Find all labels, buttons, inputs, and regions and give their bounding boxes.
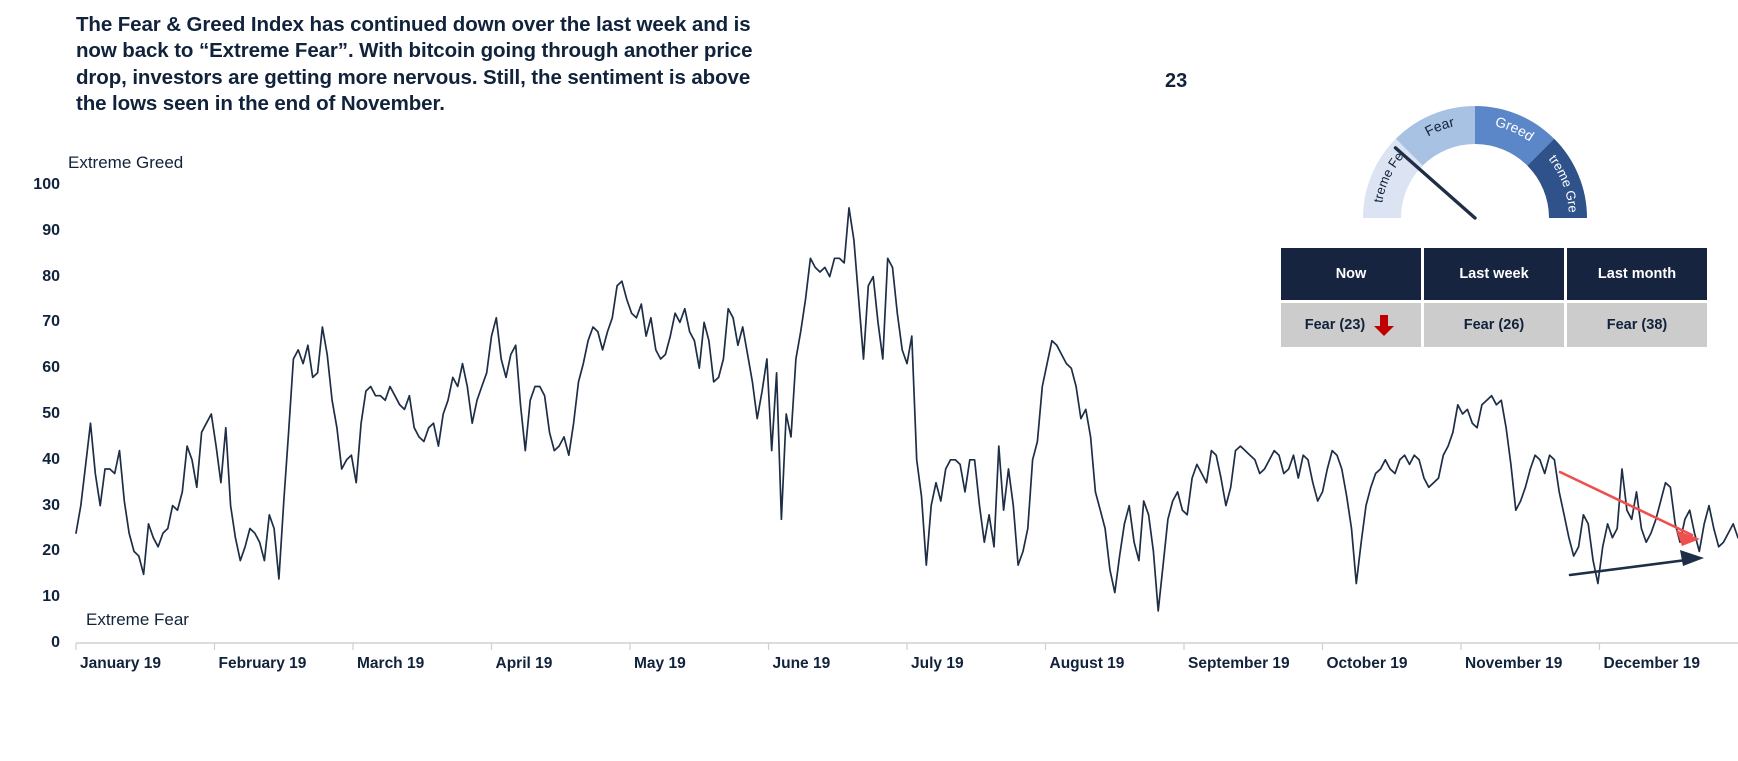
x-axis-ticks <box>75 643 1601 650</box>
support-trendline-arrow <box>1568 550 1704 577</box>
down-arrow-icon <box>1371 312 1397 338</box>
sentiment-value: Fear (38) <box>1606 317 1668 333</box>
table-cell: Fear (38) <box>1567 303 1707 347</box>
table-header-row: Now Last week Last month <box>1281 248 1707 300</box>
table-cell: Fear (26) <box>1424 303 1564 347</box>
table-column-header: Last month <box>1567 248 1707 300</box>
table-cell: Fear (23) <box>1281 303 1421 347</box>
commentary-text: The Fear & Greed Index has continued dow… <box>76 13 753 116</box>
table-row: Fear (23) Fear (26) Fear (38) <box>1281 303 1707 347</box>
table-column-header: Last week <box>1424 248 1564 300</box>
gauge-svg: Extreme FearFearGreedExtreme Greed <box>1240 0 1587 220</box>
sentiment-value: Fear (23) <box>1304 317 1366 333</box>
fear-greed-gauge: 23 Extreme FearFearGreedExtreme Greed <box>1165 0 1710 245</box>
gauge-value-label: 23 <box>1165 70 1188 92</box>
sentiment-summary-table: Now Last week Last month Fear (23) Fear (26… <box>1278 245 1710 350</box>
sentiment-value: Fear (26) <box>1463 317 1525 333</box>
gauge-segment-label: Extreme Fear <box>1240 0 1406 204</box>
table-column-header: Now <box>1281 248 1421 300</box>
